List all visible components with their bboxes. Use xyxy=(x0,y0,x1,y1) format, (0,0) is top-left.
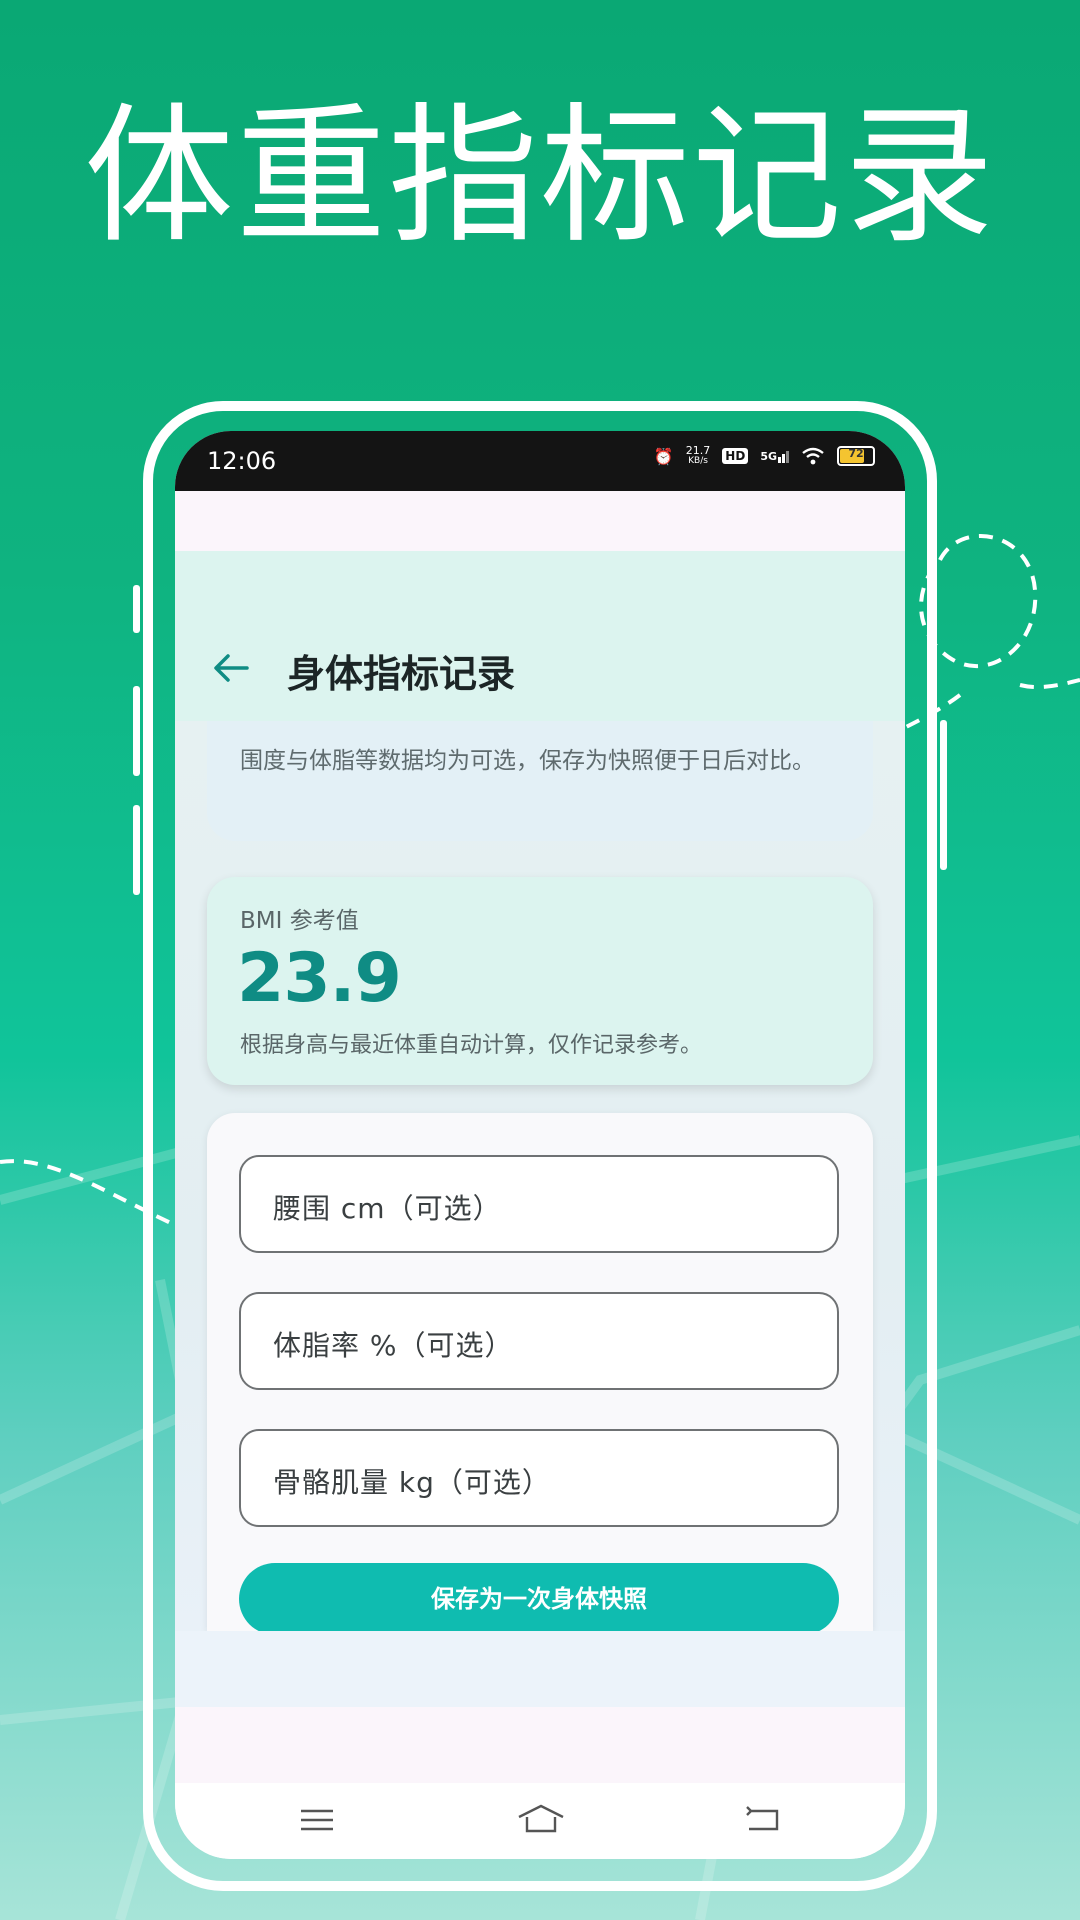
status-icons: ⏰ 21.7 KB/s HD 5G 72 xyxy=(654,445,875,467)
bmi-label: BMI 参考值 xyxy=(240,908,359,934)
side-tick-3 xyxy=(133,805,140,895)
status-time: 12:06 xyxy=(207,447,277,475)
net-speed-value: 21.7 xyxy=(685,444,711,457)
page-title: 身体指标记录 xyxy=(287,652,516,696)
bmi-value: 23.9 xyxy=(237,939,402,1018)
waist-placeholder: 腰围 cm（可选） xyxy=(273,1192,502,1225)
promo-headline: 体重指标记录 xyxy=(83,90,996,264)
back-icon[interactable] xyxy=(743,1803,783,1837)
menu-icon[interactable] xyxy=(297,1803,337,1837)
app-header: 身体指标记录 xyxy=(175,551,905,721)
content-area: 围度与体脂等数据均为可选，保存为快照便于日后对比。 BMI 参考值 23.9 根… xyxy=(175,721,905,1635)
bmi-card: BMI 参考值 23.9 根据身高与最近体重自动计算，仅作记录参考。 xyxy=(207,877,873,1085)
battery-level: 72 xyxy=(848,447,864,460)
battery-icon: 72 xyxy=(837,446,875,466)
info-note-card: 围度与体脂等数据均为可选，保存为快照便于日后对比。 xyxy=(207,721,873,841)
home-icon[interactable] xyxy=(517,1803,565,1837)
bmi-description: 根据身高与最近体重自动计算，仅作记录参考。 xyxy=(240,1033,703,1058)
waist-field[interactable]: 腰围 cm（可选） xyxy=(239,1155,839,1253)
body-fat-placeholder: 体脂率 %（可选） xyxy=(273,1329,514,1362)
side-tick-1 xyxy=(133,585,140,633)
status-bar: 12:06 ⏰ 21.7 KB/s HD 5G 72 xyxy=(175,431,905,491)
5g-signal-icon: 5G xyxy=(760,450,789,463)
muscle-mass-placeholder: 骨骼肌量 kg（可选） xyxy=(273,1466,551,1499)
wifi-icon xyxy=(802,447,824,465)
save-snapshot-button[interactable]: 保存为一次身体快照 xyxy=(239,1563,839,1635)
hd-icon: HD xyxy=(722,448,749,464)
side-tick-4 xyxy=(940,720,947,870)
bottom-band xyxy=(175,1631,905,1707)
network-type: 5G xyxy=(760,449,777,463)
net-speed: 21.7 KB/s xyxy=(686,445,711,467)
info-note-text: 围度与体脂等数据均为可选，保存为快照便于日后对比。 xyxy=(240,748,815,774)
system-nav-bar xyxy=(175,1783,905,1859)
back-arrow-icon[interactable] xyxy=(213,653,249,683)
top-spacer xyxy=(175,491,905,551)
net-speed-unit: KB/s xyxy=(688,456,708,466)
phone-screen: 12:06 ⏰ 21.7 KB/s HD 5G 72 身体指标记录 围度与体脂等… xyxy=(175,431,905,1859)
muscle-mass-field[interactable]: 骨骼肌量 kg（可选） xyxy=(239,1429,839,1527)
side-tick-2 xyxy=(133,686,140,776)
alarm-icon: ⏰ xyxy=(653,446,674,466)
measurement-form: 腰围 cm（可选） 体脂率 %（可选） 骨骼肌量 kg（可选） 保存为一次身体快… xyxy=(207,1113,873,1635)
body-fat-field[interactable]: 体脂率 %（可选） xyxy=(239,1292,839,1390)
